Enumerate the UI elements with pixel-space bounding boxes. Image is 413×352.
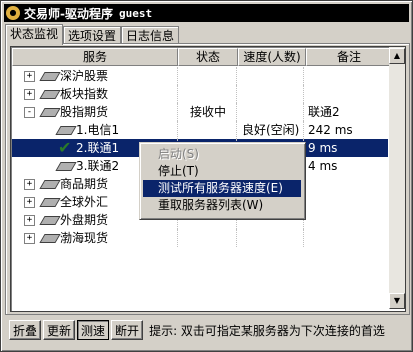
expand-plus-icon[interactable]: +	[24, 215, 35, 226]
row-service-label: 3.联通2	[76, 159, 120, 173]
update-button[interactable]: 更新	[43, 320, 76, 340]
row-status: 接收中	[190, 105, 227, 119]
column-divider	[236, 85, 237, 103]
row-note: 联通2	[308, 105, 340, 119]
window-user: guest	[118, 6, 153, 20]
expand-plus-icon[interactable]: +	[24, 197, 35, 208]
column-divider	[177, 85, 178, 103]
collapse-minus-icon[interactable]: -	[24, 107, 35, 118]
row-service-label: 深沪股票	[60, 69, 109, 83]
app-logo-icon: ●	[6, 6, 20, 20]
scroll-down-arrow-icon[interactable]: ▼	[389, 293, 405, 309]
server-node-icon	[55, 162, 77, 171]
menu-item-stop[interactable]: 停止(T)	[143, 163, 301, 180]
scroll-up-arrow-icon[interactable]: ▲	[389, 48, 405, 64]
menu-item-test-speed[interactable]: 测试所有服务器速度(E)	[143, 180, 301, 197]
table-row[interactable]: - 股指期货 接收中 联通2	[12, 103, 388, 121]
collapse-button[interactable]: 折叠	[9, 320, 42, 340]
title-bar[interactable]: ● 交易师-驱动程序 guest	[4, 4, 409, 22]
server-node-icon	[39, 216, 61, 225]
vertical-scrollbar[interactable]: ▲ ▼	[389, 47, 405, 309]
column-header-speed[interactable]: 速度(人数)	[238, 48, 306, 66]
column-divider	[236, 103, 237, 121]
column-divider	[177, 67, 178, 85]
row-service-label: 1.电信1	[76, 123, 120, 137]
server-node-icon	[55, 126, 77, 135]
list-header: 服务 状态 速度(人数) 备注	[12, 48, 392, 66]
server-node-icon	[39, 180, 61, 189]
checkmark-icon: ✔	[58, 138, 72, 157]
column-header-note[interactable]: 备注	[306, 48, 392, 66]
column-header-service[interactable]: 服务	[12, 48, 178, 66]
row-speed: 良好(空闲)	[242, 123, 300, 137]
table-row[interactable]: 1.电信1 良好(空闲) 242 ms	[12, 121, 388, 139]
expand-plus-icon[interactable]: +	[24, 89, 35, 100]
row-service-label: 渤海现货	[60, 231, 109, 245]
column-divider	[303, 121, 304, 139]
disconnect-button[interactable]: 断开	[111, 320, 144, 340]
bottom-toolbar: 折叠 更新 测速 断开 提示: 双击可指定某服务器为下次连接的首选	[9, 319, 409, 341]
table-row[interactable]: + 渤海现货	[12, 229, 388, 247]
column-divider	[303, 67, 304, 85]
server-node-icon	[39, 72, 61, 81]
tab-strip: 状态监视 选项设置 日志信息	[5, 24, 180, 45]
expand-plus-icon[interactable]: +	[24, 179, 35, 190]
tab-status-monitor[interactable]: 状态监视	[5, 24, 64, 45]
server-node-icon	[39, 234, 61, 243]
server-node-icon	[39, 90, 61, 99]
expand-plus-icon[interactable]: +	[24, 233, 35, 244]
app-window: ● 交易师-驱动程序 guest 状态监视 选项设置 日志信息 服务 状态 速度…	[0, 0, 413, 352]
row-service-label: 外盘期货	[60, 213, 109, 227]
menu-item-refetch-list[interactable]: 重取服务器列表(W)	[143, 197, 301, 214]
row-service-label: 商品期货	[60, 177, 109, 191]
server-node-icon	[39, 108, 61, 117]
context-menu: 启动(S) 停止(T) 测试所有服务器速度(E) 重取服务器列表(W)	[139, 142, 306, 220]
table-row[interactable]: + 深沪股票	[12, 67, 388, 85]
server-node-icon	[39, 198, 61, 207]
row-note: 4 ms	[308, 159, 338, 173]
column-divider	[303, 85, 304, 103]
hint-text: 提示: 双击可指定某服务器为下次连接的首选	[149, 323, 385, 338]
column-divider	[177, 121, 178, 139]
row-service-label: 2.联通1	[76, 141, 120, 155]
column-divider	[177, 103, 178, 121]
column-divider	[236, 229, 237, 247]
speedtest-button[interactable]: 测速	[77, 320, 110, 340]
row-note: 9 ms	[308, 141, 338, 155]
table-row[interactable]: + 板块指数	[12, 85, 388, 103]
row-service-label: 板块指数	[60, 87, 109, 101]
row-service-label: 全球外汇	[60, 195, 109, 209]
column-divider	[236, 67, 237, 85]
expand-plus-icon[interactable]: +	[24, 71, 35, 82]
window-title: 交易师-驱动程序	[24, 6, 113, 21]
column-divider	[177, 229, 178, 247]
row-note: 242 ms	[308, 123, 353, 137]
column-divider	[303, 103, 304, 121]
row-service-label: 股指期货	[60, 105, 109, 119]
column-header-status[interactable]: 状态	[178, 48, 238, 66]
menu-item-start[interactable]: 启动(S)	[143, 146, 301, 163]
column-divider	[303, 229, 304, 247]
column-divider	[236, 121, 237, 139]
